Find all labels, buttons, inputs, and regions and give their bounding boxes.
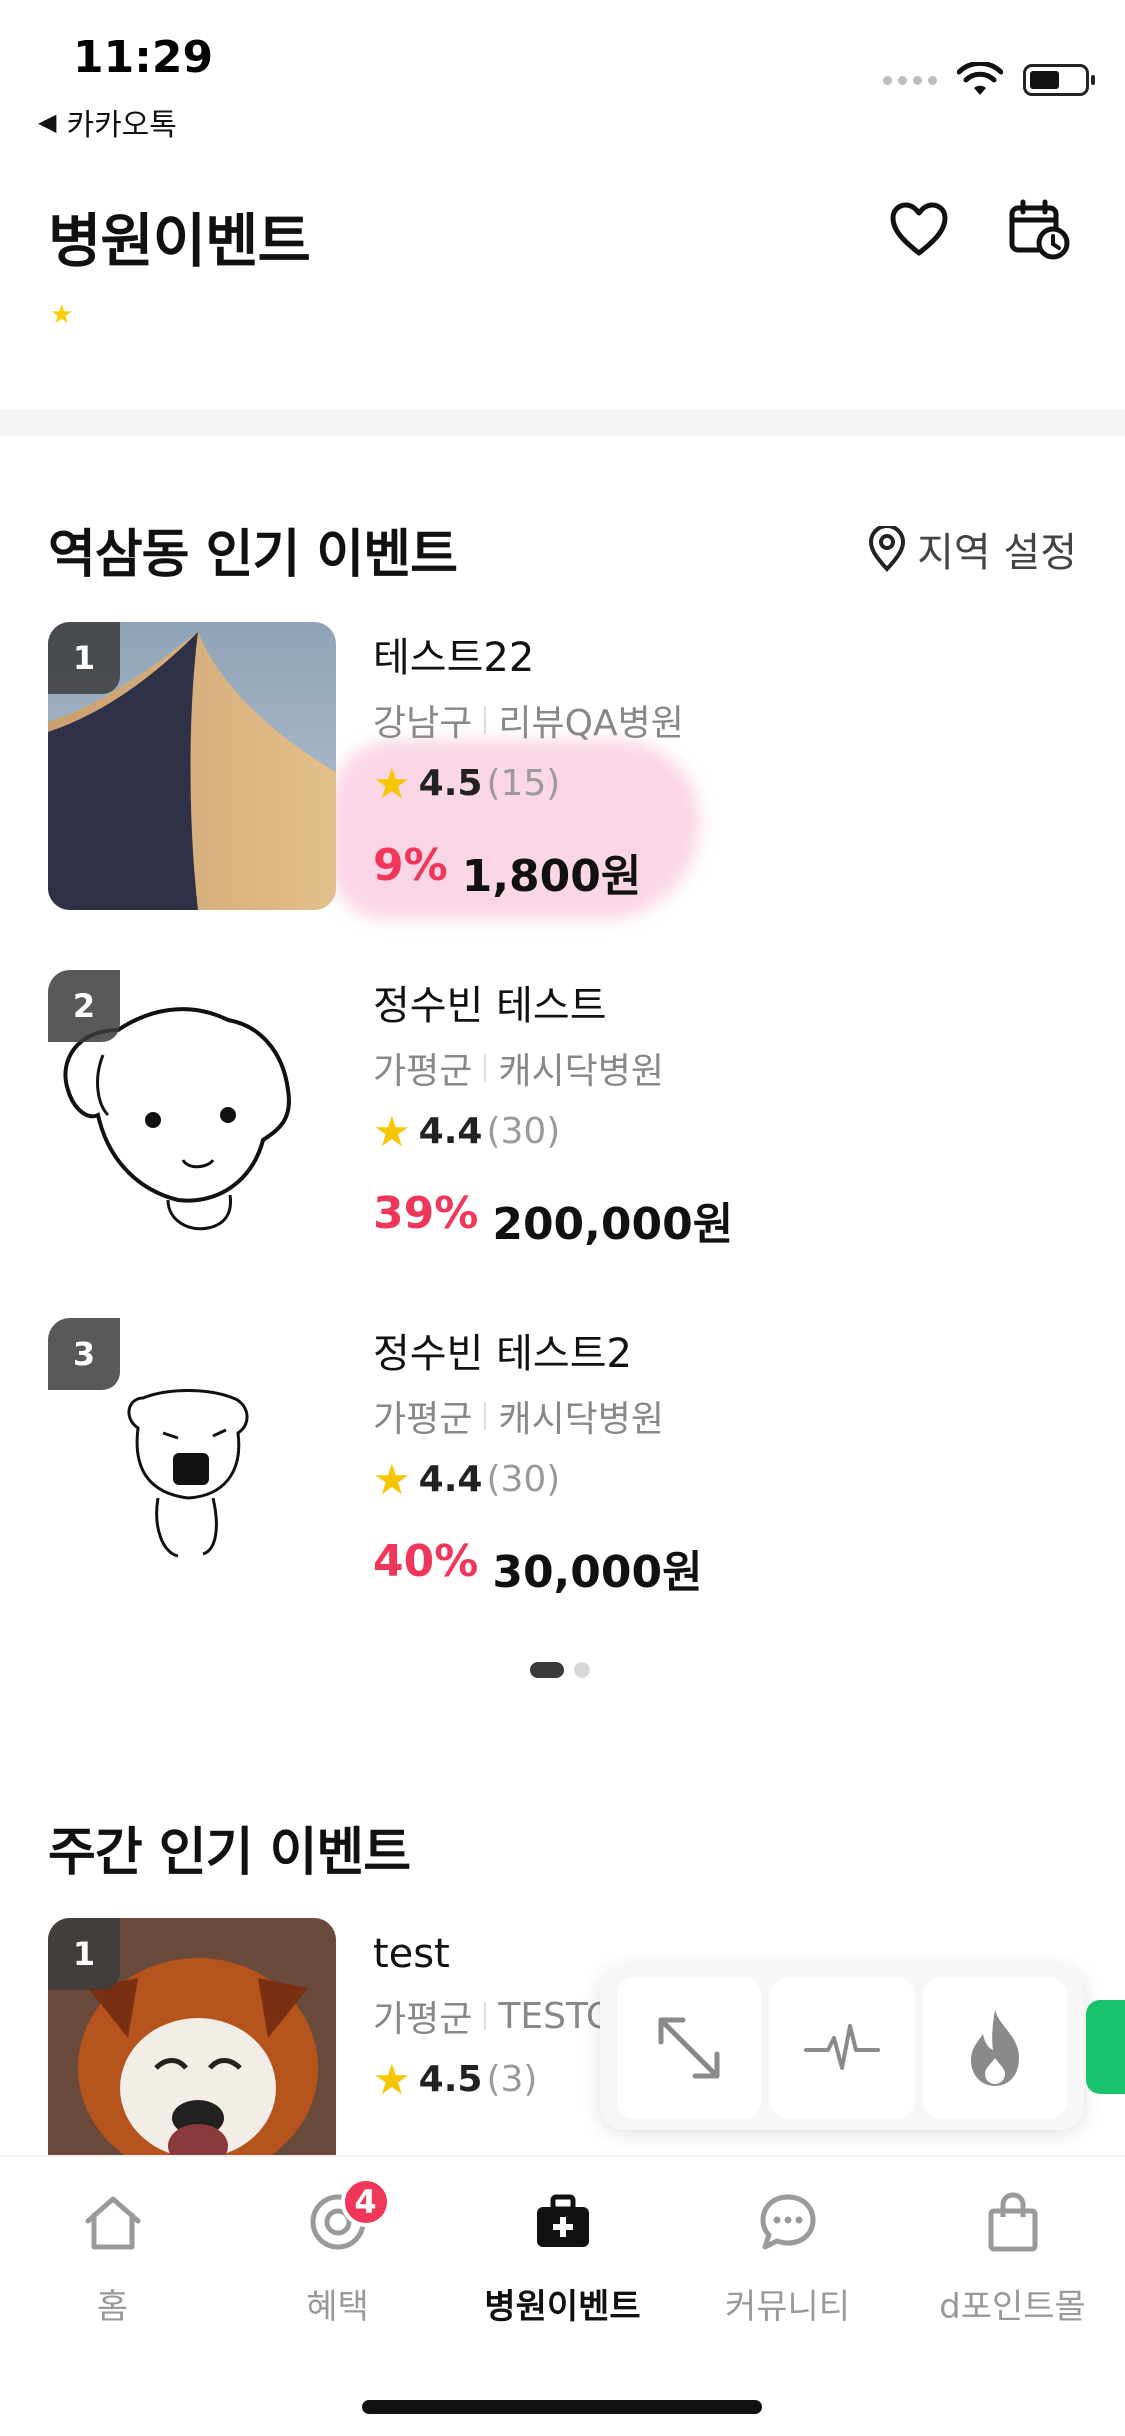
page-title: 병원이벤트 <box>48 207 311 275</box>
event-district: 가평군 <box>373 1399 473 1440</box>
weekly-section-title: 주간 인기 이벤트 <box>48 1823 411 1883</box>
event-name: 정수빈 테스트2 <box>373 1331 632 1377</box>
popular-section-title: 역삼동 인기 이벤트 <box>48 525 458 585</box>
back-triangle-icon: ◀ <box>38 108 57 136</box>
nav-home[interactable]: 홈 <box>0 2187 225 2328</box>
back-to-app-link[interactable]: ◀ 카카오톡 <box>38 100 177 144</box>
status-icons <box>883 62 1095 98</box>
nav-label: 커뮤니티 <box>724 2287 851 2327</box>
wifi-icon <box>957 62 1003 95</box>
pulse-button[interactable] <box>769 1976 914 2119</box>
event-thumbnail: 1 <box>48 1918 336 2158</box>
nav-label: 병원이벤트 <box>484 2287 641 2327</box>
battery-icon <box>1023 64 1095 96</box>
carousel-pagination[interactable] <box>530 1662 590 1678</box>
event-district: 강남구 <box>373 703 473 744</box>
page-dot-active[interactable] <box>530 1662 564 1678</box>
nav-label: 홈 <box>96 2287 129 2327</box>
star-icon: ★ <box>373 2054 411 2104</box>
nav-label: d포인트몰 <box>939 2287 1086 2327</box>
benefit-icon: 4 <box>303 2177 391 2257</box>
event-price: 200,000원 <box>492 1199 734 1250</box>
chat-icon <box>753 2187 823 2257</box>
heart-icon[interactable] <box>886 196 952 262</box>
review-count: (30) <box>486 1110 561 1152</box>
star-icon: ★ <box>373 1454 411 1504</box>
rank-badge: 2 <box>48 970 120 1042</box>
floating-toolbar <box>600 1965 1084 2130</box>
rank-badge: 1 <box>48 1918 120 1990</box>
event-hospital: 캐시닥병원 <box>498 1051 664 1092</box>
section-divider <box>0 410 1125 436</box>
event-district: 가평군 <box>373 1999 473 2040</box>
region-setting-label: 지역 설정 <box>917 530 1077 576</box>
meta-separator <box>484 2002 487 2030</box>
home-icon <box>78 2187 148 2257</box>
status-time: 11:29 <box>73 32 214 83</box>
review-count: (3) <box>486 2058 538 2100</box>
heartbeat-icon <box>803 2023 880 2070</box>
discount-rate: 40% <box>373 1536 479 1587</box>
signal-icon <box>883 75 937 85</box>
nav-point-mall[interactable]: d포인트몰 <box>900 2187 1125 2328</box>
event-hospital: 리뷰QA병원 <box>498 703 684 744</box>
expand-icon <box>658 2017 720 2078</box>
meta-separator <box>484 1054 487 1082</box>
meta-separator <box>484 1402 487 1430</box>
event-price: 1,800원 <box>461 851 642 902</box>
rank-badge: 1 <box>48 622 120 694</box>
location-pin-icon <box>869 526 906 572</box>
medical-bag-icon <box>528 2187 598 2257</box>
bottom-navigation: 홈 4 혜택 병원이벤트 커뮤니티 d포인트몰 <box>0 2155 1125 2436</box>
calendar-clock-icon[interactable] <box>1006 196 1072 262</box>
rating-score: 4.4 <box>418 1110 483 1152</box>
rating-score: 4.5 <box>418 762 483 804</box>
event-name: 테스트22 <box>373 635 535 681</box>
event-thumbnail: 2 <box>48 970 336 1258</box>
side-tab-button[interactable] <box>1086 2000 1125 2094</box>
event-item[interactable]: 1 테스트22 강남구 리뷰QA병원 ★ 4.5 (15) 9% 1,800원 <box>48 622 1078 912</box>
region-setting-button[interactable]: 지역 설정 <box>867 520 1077 578</box>
rating-score: 4.4 <box>418 1458 483 1500</box>
home-indicator[interactable] <box>362 2400 762 2414</box>
event-hospital: TESTC <box>498 1995 611 2037</box>
rating-score: 4.5 <box>418 2058 483 2100</box>
back-app-label: 카카오톡 <box>66 108 177 143</box>
event-thumbnail: 3 <box>48 1318 336 1606</box>
star-icon: ★ <box>373 758 411 808</box>
event-price: 30,000원 <box>492 1547 703 1598</box>
nav-hospital-event[interactable]: 병원이벤트 <box>450 2187 675 2328</box>
event-item[interactable]: 3 정수빈 테스트2 가평군 캐시닥병원 ★ 4.4 (30) 40% 30,000원 <box>48 1318 1078 1608</box>
nav-benefit[interactable]: 4 혜택 <box>225 2177 450 2328</box>
event-name: 정수빈 테스트 <box>373 983 607 1029</box>
event-district: 가평군 <box>373 1051 473 1092</box>
rank-badge: 3 <box>48 1318 120 1390</box>
discount-rate: 39% <box>373 1188 479 1239</box>
review-count: (15) <box>486 762 561 804</box>
review-count: (30) <box>486 1458 561 1500</box>
event-hospital: 캐시닥병원 <box>498 1399 664 1440</box>
event-item[interactable]: 2 정수빈 테스트 가평군 캐시닥병원 ★ 4.4 (30) 39% 200,000원 <box>48 970 1078 1260</box>
discount-rate: 9% <box>373 840 448 891</box>
partial-star-icon: ★ <box>50 300 74 330</box>
nav-community[interactable]: 커뮤니티 <box>675 2187 900 2328</box>
event-thumbnail: 1 <box>48 622 336 910</box>
nav-label: 혜택 <box>306 2287 369 2327</box>
fire-button[interactable] <box>923 1976 1068 2119</box>
expand-button[interactable] <box>616 1976 761 2119</box>
star-icon: ★ <box>373 1106 411 1156</box>
fire-icon <box>971 2009 1020 2086</box>
notification-badge: 4 <box>340 2177 391 2227</box>
shopping-bag-icon <box>978 2187 1048 2257</box>
page-dot[interactable] <box>574 1662 590 1678</box>
meta-separator <box>484 706 487 734</box>
